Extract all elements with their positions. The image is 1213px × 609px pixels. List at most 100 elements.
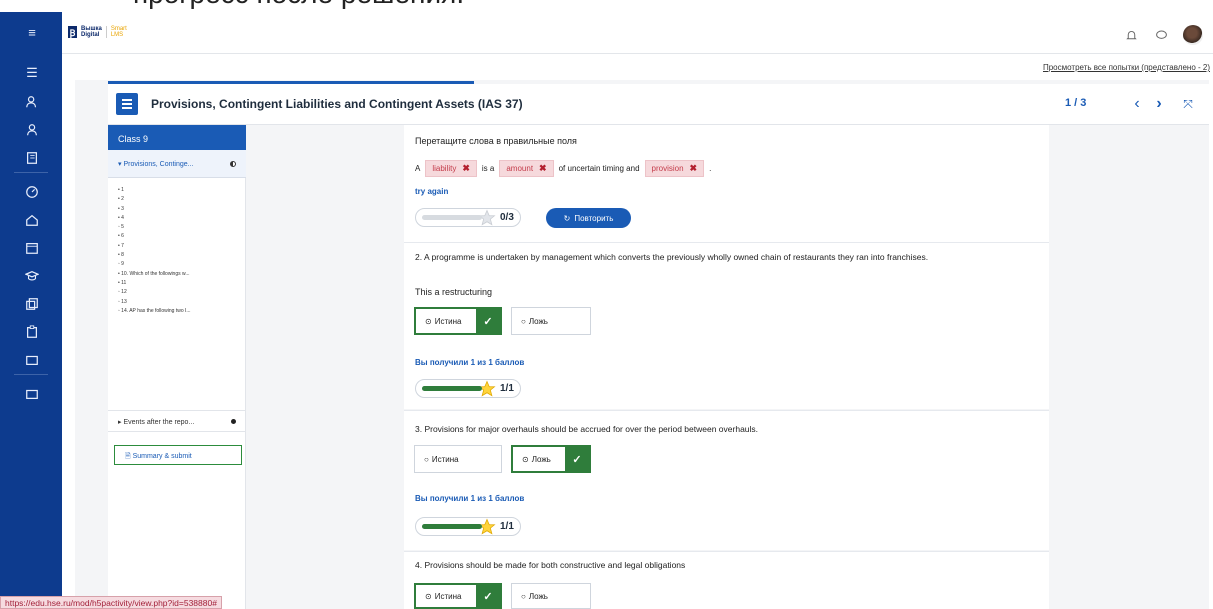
toc-list-item[interactable]: • 11 <box>118 279 243 288</box>
users-icon[interactable] <box>24 94 40 110</box>
toc-sidebar: Class 9 ▾ Provisions, Continge... • 1 • 2… <box>108 125 246 609</box>
toc-list-item[interactable]: ◦ 14. AP has the following two I... <box>118 307 243 316</box>
q4-false-option[interactable]: ○ Ложь <box>511 583 591 609</box>
option-label: Истина <box>434 591 462 601</box>
avatar[interactable] <box>1183 25 1203 45</box>
q4-text: 4. Provisions should be made for both co… <box>415 560 686 570</box>
toc-section-events[interactable]: ▸ Events after the repo... <box>108 410 246 430</box>
q2-statement: This a restructuring <box>415 287 493 297</box>
chat-icon[interactable] <box>1153 27 1169 43</box>
hse-logo[interactable]: Ꞵ Вышка Digital Smart LMS <box>68 26 127 38</box>
graduation-icon[interactable] <box>24 268 40 284</box>
toc-list: • 1 • 2 • 3 • 4 ◦ 5 • 6 • 7 • 8 ◦ 9 • 10. Which o… <box>118 186 243 316</box>
q3-earned: Вы получили 1 из 1 баллов <box>415 494 525 503</box>
caption-overlay: прогресс после решения. <box>0 0 1213 12</box>
radio-selected-icon: ⊙ <box>425 316 432 326</box>
book-icon[interactable] <box>24 150 40 166</box>
q2-earned: Вы получили 1 из 1 баллов <box>415 358 525 367</box>
toc-section-provisions[interactable]: ▾ Provisions, Continge... <box>108 150 246 178</box>
q2-true-option[interactable]: ⊙ Истина ✓ <box>414 307 502 335</box>
toc-list-item[interactable]: • 6 <box>118 232 243 241</box>
q1-instruction: Перетащите слова в правильные поля <box>415 136 577 146</box>
clipboard-icon[interactable] <box>24 324 40 340</box>
retry-button[interactable]: ↻ Повторить <box>546 208 631 228</box>
q1-score-bar <box>422 215 482 220</box>
close-icon: ✖ <box>462 163 470 173</box>
q4-true-option[interactable]: ⊙ Истина ✓ <box>414 583 502 609</box>
q3-score-bar <box>422 524 482 529</box>
word-chip-label: liability <box>432 164 457 173</box>
toc-list-item[interactable]: • 8 <box>118 251 243 260</box>
refresh-icon: ↻ <box>563 213 571 223</box>
caption-text: прогресс после решения. <box>133 0 464 10</box>
close-icon: ✖ <box>539 163 547 173</box>
calendar-icon[interactable] <box>24 240 40 256</box>
q3-true-option[interactable]: ○ Истина <box>414 445 502 473</box>
toc-section-label: Provisions, Continge... <box>123 161 194 168</box>
folder-icon-2[interactable] <box>24 386 40 402</box>
radio-icon: ○ <box>424 454 429 464</box>
q1-suffix: . <box>709 164 712 173</box>
toc-list-item[interactable]: • 4 <box>118 214 243 223</box>
logo-mark-icon: Ꞵ <box>68 26 77 38</box>
q2-score-text: 1/1 <box>500 383 514 394</box>
summary-submit-button[interactable]: 🗎 Summary & submit <box>114 445 242 465</box>
left-nav: ≡ ☰ <box>0 12 62 609</box>
progress-full-icon <box>231 419 236 424</box>
toc-list-item[interactable]: ◦ 13 <box>118 298 243 307</box>
q3-false-option[interactable]: ⊙ Ложь ✓ <box>511 445 591 473</box>
option-label: Ложь <box>531 454 551 464</box>
q2-score-box: 1/1 <box>415 379 521 398</box>
dashboard-icon[interactable] <box>24 184 40 200</box>
dropzone-word-1[interactable]: liability ✖ <box>425 160 477 177</box>
option-label: Ложь <box>528 591 548 601</box>
checkmark-icon: ✓ <box>476 309 500 333</box>
q3-text: 3. Provisions for major overhauls should… <box>415 424 759 434</box>
word-chip-label: amount <box>506 164 534 173</box>
toc-list-item[interactable]: • 2 <box>118 195 243 204</box>
dropzone-word-3[interactable]: provision ✖ <box>644 160 705 177</box>
q1-score-box: 0/3 <box>415 208 521 227</box>
toc-list-item[interactable]: ◦ 12 <box>118 288 243 297</box>
q2-false-option[interactable]: ○ Ложь <box>511 307 591 335</box>
toc-list-item[interactable]: • 10. Which of the followings w... <box>118 270 243 279</box>
chevron-right-icon[interactable]: › <box>1147 92 1171 116</box>
progress-half-icon <box>230 161 236 167</box>
q2-score-bar <box>422 386 482 391</box>
option-label: Ложь <box>528 316 548 326</box>
q3-score-text: 1/1 <box>500 521 514 532</box>
toc-list-item[interactable]: • 3 <box>118 205 243 214</box>
checkmark-icon: ✓ <box>476 585 500 607</box>
dropzone-word-2[interactable]: amount ✖ <box>499 160 554 177</box>
logo-lms: LMS <box>110 32 124 38</box>
bell-icon[interactable] <box>1123 27 1139 43</box>
fullscreen-icon[interactable]: ⤧ <box>1176 92 1200 116</box>
list-icon[interactable]: ☰ <box>24 64 40 80</box>
hamburger-icon[interactable]: ≡ <box>24 24 40 40</box>
toc-menu-button[interactable] <box>116 93 138 115</box>
group-icon[interactable] <box>24 122 40 138</box>
option-label: Истина <box>431 454 459 464</box>
radio-icon: ○ <box>521 591 526 601</box>
toc-list-item[interactable]: ◦ 5 <box>118 223 243 232</box>
activity-title: Provisions, Contingent Liabilities and C… <box>151 97 523 111</box>
q1-mid1: is a <box>481 164 495 173</box>
toc-list-item[interactable]: • 7 <box>118 242 243 251</box>
copy-icon[interactable] <box>24 296 40 312</box>
folder-icon[interactable] <box>24 352 40 368</box>
toc-section-label: Events after the repo... <box>123 419 195 426</box>
activity-titlebar: Provisions, Contingent Liabilities and C… <box>108 84 1209 125</box>
radio-selected-icon: ⊙ <box>425 591 432 601</box>
toc-list-item[interactable]: ◦ 9 <box>118 260 243 269</box>
view-attempts-link[interactable]: Просмотреть все попытки (представлено - … <box>1043 63 1210 72</box>
option-label: Истина <box>434 316 462 326</box>
q1-score-text: 0/3 <box>500 212 514 223</box>
home-icon[interactable] <box>24 212 40 228</box>
logo-text-2: Digital <box>81 32 100 38</box>
try-again-text: try again <box>415 187 449 196</box>
radio-selected-icon: ⊙ <box>522 454 529 464</box>
q1-sentence: A liability ✖ is a amount ✖ of uncertain t… <box>415 160 711 177</box>
toc-list-item[interactable]: • 1 <box>118 186 243 195</box>
chevron-left-icon[interactable]: ‹ <box>1125 92 1149 116</box>
close-icon: ✖ <box>689 163 698 173</box>
